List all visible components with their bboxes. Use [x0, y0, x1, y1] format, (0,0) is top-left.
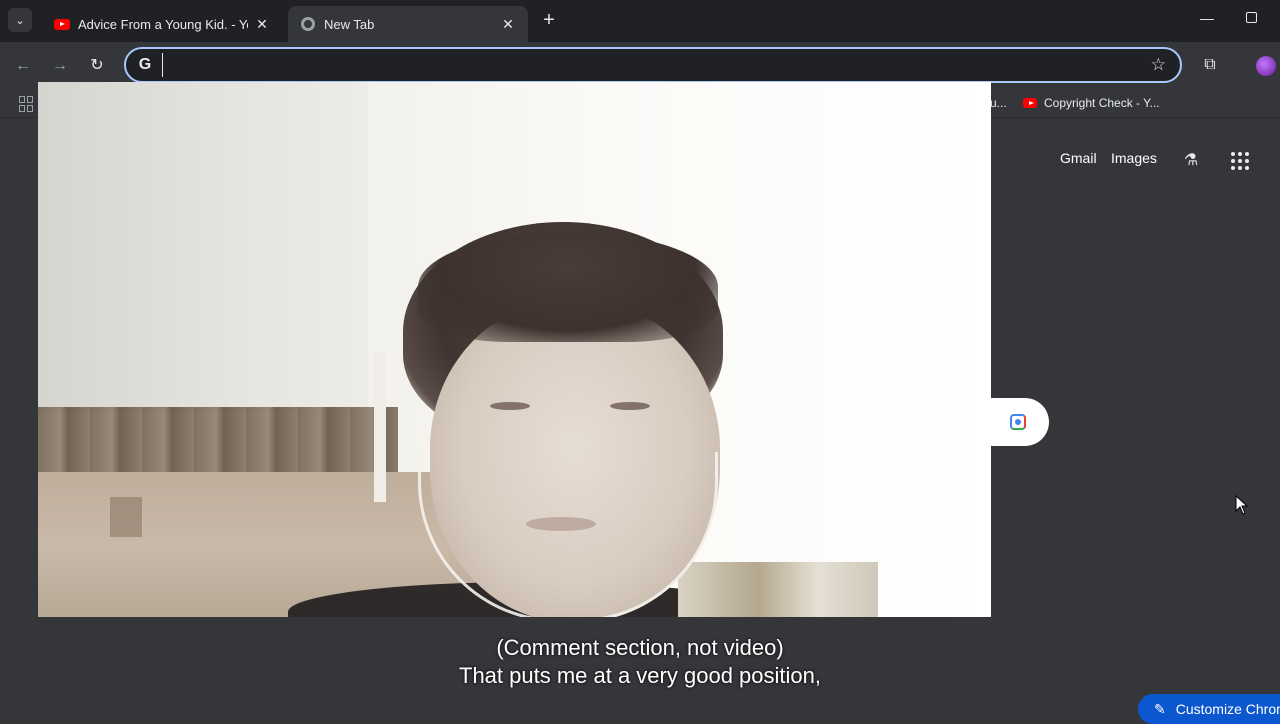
webcam-overlay: [38, 82, 991, 617]
close-tab-icon[interactable]: ✕: [500, 16, 516, 33]
address-input[interactable]: [162, 53, 1122, 77]
restore-window-icon[interactable]: [1246, 12, 1257, 23]
back-arrow-icon[interactable]: ←: [13, 56, 33, 76]
bookmark-star-icon[interactable]: ☆: [1151, 55, 1166, 75]
google-g-icon: G: [138, 56, 152, 73]
youtube-icon: [1023, 98, 1037, 108]
chrome-icon: [300, 16, 316, 32]
webcam-background-clutter: [678, 562, 878, 617]
reload-icon[interactable]: ↻: [87, 56, 107, 76]
new-tab-plus-icon[interactable]: +: [540, 10, 558, 30]
tab-search-chevron-icon[interactable]: ⌄: [8, 8, 32, 32]
webcam-person-eye: [490, 402, 530, 410]
tab-title: Advice From a Young Kid. - You: [78, 16, 248, 32]
customize-label: Customize Chrom: [1175, 701, 1280, 717]
google-apps-grid-icon[interactable]: [1231, 152, 1249, 170]
title-bar: ⌄ Advice From a Young Kid. - You ✕ New T…: [0, 0, 1280, 42]
webcam-shelf: [38, 407, 398, 477]
video-caption: (Comment section, not video) That puts m…: [0, 634, 1280, 690]
tab-title: New Tab: [324, 16, 375, 32]
minimize-window-icon[interactable]: —: [1198, 10, 1216, 28]
webcam-cabinet-knob: [110, 497, 142, 537]
tab-new-tab[interactable]: New Tab ✕: [288, 6, 528, 42]
webcam-pole: [374, 352, 386, 502]
bookmark-partial-label[interactable]: u...: [990, 96, 1007, 110]
webcam-person-fringe: [418, 232, 718, 342]
labs-flask-icon[interactable]: ⚗: [1181, 150, 1201, 170]
bookmark-copyright-check[interactable]: Copyright Check - Y...: [1023, 96, 1160, 110]
google-lens-icon[interactable]: [1010, 414, 1026, 430]
address-bar[interactable]: G ☆: [124, 47, 1182, 83]
youtube-icon: [54, 16, 70, 32]
tab-youtube-video[interactable]: Advice From a Young Kid. - You ✕: [42, 6, 282, 42]
close-tab-icon[interactable]: ✕: [254, 16, 270, 33]
mouse-cursor-icon: [1235, 495, 1249, 515]
forward-arrow-icon[interactable]: →: [50, 56, 70, 76]
pencil-icon: ✎: [1154, 700, 1166, 717]
webcam-background-wall: [38, 82, 368, 412]
images-link[interactable]: Images: [1111, 150, 1157, 166]
bookmark-label: Copyright Check - Y...: [1044, 96, 1160, 110]
caption-line-2: That puts me at a very good position,: [459, 663, 821, 688]
caption-line-1: (Comment section, not video): [496, 635, 784, 660]
gmail-link[interactable]: Gmail: [1060, 150, 1097, 166]
profile-avatar[interactable]: [1256, 56, 1276, 76]
apps-grid-icon[interactable]: [19, 96, 35, 112]
webcam-person-eye: [610, 402, 650, 410]
extensions-puzzle-icon[interactable]: ⧉: [1200, 56, 1220, 76]
